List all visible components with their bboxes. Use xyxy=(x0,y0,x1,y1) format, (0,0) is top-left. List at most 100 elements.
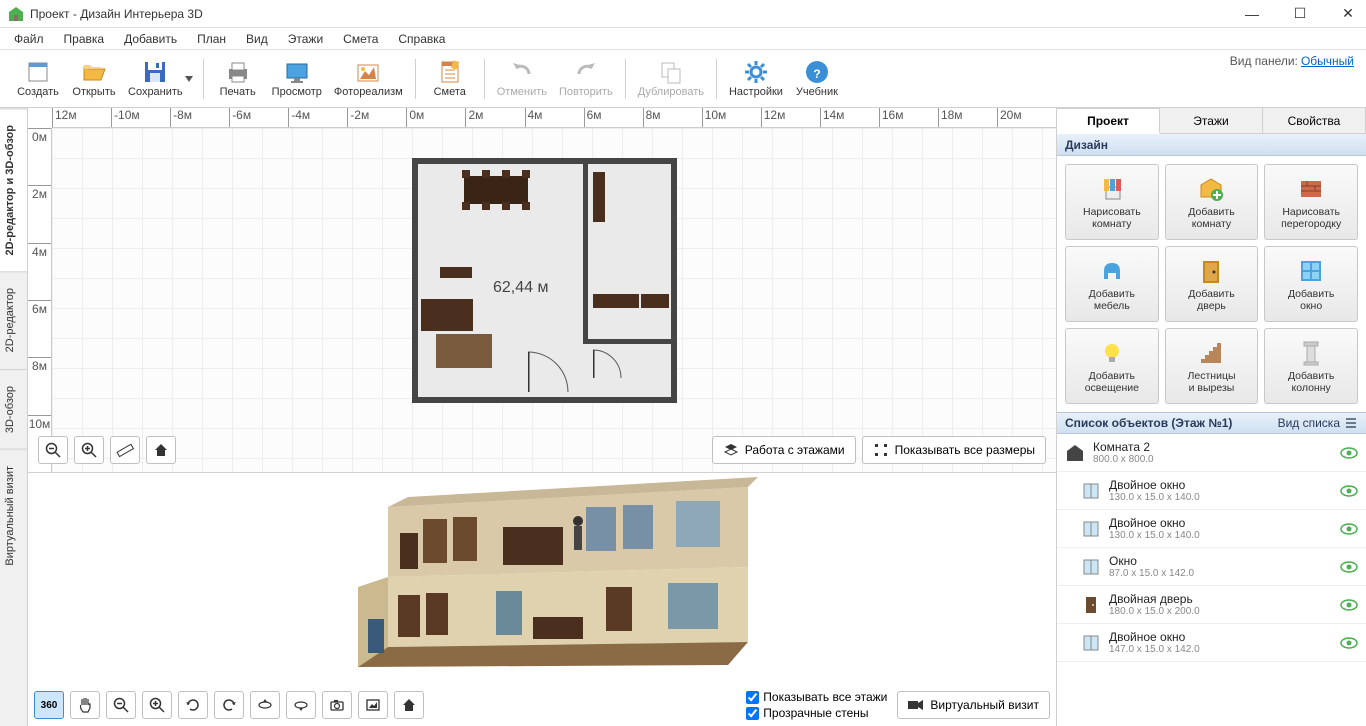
list-mode-button[interactable]: Вид списка xyxy=(1278,416,1358,430)
print-icon xyxy=(225,59,251,85)
stairs-cutouts-button[interactable]: Лестницыи вырезы xyxy=(1165,328,1259,404)
preview-button[interactable]: Просмотр xyxy=(266,54,328,104)
right-tab-Этажи[interactable]: Этажи xyxy=(1160,108,1263,133)
menu-этажи[interactable]: Этажи xyxy=(280,30,331,48)
object-item[interactable]: Комната 2800.0 x 800.0 xyxy=(1057,434,1366,472)
add-furniture-button[interactable]: Добавитьмебель xyxy=(1065,246,1159,322)
rotate-ccw-button[interactable] xyxy=(178,691,208,719)
left-tab-0[interactable]: 2D-редактор и 3D-обзор xyxy=(0,108,27,271)
left-tab-1[interactable]: 2D-редактор xyxy=(0,271,27,368)
home-button[interactable] xyxy=(146,436,176,464)
menu-правка[interactable]: Правка xyxy=(56,30,113,48)
menu-вид[interactable]: Вид xyxy=(238,30,276,48)
close-button[interactable]: ✕ xyxy=(1338,4,1358,24)
tilt-up-button[interactable] xyxy=(250,691,280,719)
zoom-out-3d-button[interactable] xyxy=(106,691,136,719)
3d-toolbar: 360 Показывать все этажи Прозрачные стен… xyxy=(34,688,1050,722)
object-item[interactable]: Двойное окно147.0 x 15.0 x 142.0 xyxy=(1057,624,1366,662)
object-item[interactable]: Двойное окно130.0 x 15.0 x 140.0 xyxy=(1057,510,1366,548)
estimate-button[interactable]: Смета xyxy=(422,54,478,104)
redo-button: Повторить xyxy=(553,54,619,104)
wardrobe[interactable] xyxy=(421,299,473,331)
app-icon xyxy=(8,6,24,22)
right-tabs: ПроектЭтажиСвойства xyxy=(1057,108,1366,134)
visibility-toggle[interactable] xyxy=(1340,523,1358,535)
window-icon xyxy=(1081,481,1101,501)
menu-план[interactable]: План xyxy=(189,30,234,48)
add-lighting-icon xyxy=(1098,339,1126,367)
object-item[interactable]: Двойная дверь180.0 x 15.0 x 200.0 xyxy=(1057,586,1366,624)
plan-viewport[interactable]: 62,44 м xyxy=(52,128,1056,472)
add-door-button[interactable]: Добавитьдверь xyxy=(1165,246,1259,322)
undo-button: Отменить xyxy=(491,54,553,104)
zoom-in-button[interactable] xyxy=(74,436,104,464)
room-icon xyxy=(1065,443,1085,463)
show-all-floors-checkbox[interactable]: Показывать все этажи xyxy=(746,690,887,705)
add-window-button[interactable]: Добавитьокно xyxy=(1264,246,1358,322)
save-dropdown[interactable] xyxy=(185,76,193,82)
table[interactable] xyxy=(464,176,528,204)
cabinet[interactable] xyxy=(440,267,472,278)
floors-work-button[interactable]: Работа с этажами xyxy=(712,436,856,464)
visibility-toggle[interactable] xyxy=(1340,637,1358,649)
left-tab-3[interactable]: Виртуальный визит xyxy=(0,449,27,582)
sofa[interactable] xyxy=(436,334,492,368)
estimate-icon xyxy=(437,59,463,85)
print-button[interactable]: Печать xyxy=(210,54,266,104)
pan-button[interactable] xyxy=(70,691,100,719)
create-button[interactable]: Создать xyxy=(10,54,66,104)
draw-room-button[interactable]: Нарисоватькомнату xyxy=(1065,164,1159,240)
tilt-down-button[interactable] xyxy=(286,691,316,719)
layers-icon xyxy=(723,442,739,458)
transparent-walls-checkbox[interactable]: Прозрачные стены xyxy=(746,706,887,721)
menu-добавить[interactable]: Добавить xyxy=(116,30,185,48)
floorplan[interactable]: 62,44 м xyxy=(412,158,677,403)
titlebar: Проект - Дизайн Интерьера 3D — ☐ ✕ xyxy=(0,0,1366,28)
object-item[interactable]: Окно87.0 x 15.0 x 142.0 xyxy=(1057,548,1366,586)
zoom-out-button[interactable] xyxy=(38,436,68,464)
photoreal-icon xyxy=(355,59,381,85)
object-item[interactable]: Двойное окно130.0 x 15.0 x 140.0 xyxy=(1057,472,1366,510)
duplicate-button: Дублировать xyxy=(632,54,710,104)
open-button[interactable]: Открыть xyxy=(66,54,122,104)
settings-button[interactable]: Настройки xyxy=(723,54,789,104)
right-panel: ПроектЭтажиСвойства Дизайн Нарисоватьком… xyxy=(1056,108,1366,726)
tutorial-button[interactable]: ?Учебник xyxy=(789,54,845,104)
right-tab-Свойства[interactable]: Свойства xyxy=(1263,108,1366,133)
snapshot-button[interactable] xyxy=(358,691,388,719)
maximize-button[interactable]: ☐ xyxy=(1290,4,1310,24)
rotate-cw-button[interactable] xyxy=(214,691,244,719)
home-3d-button[interactable] xyxy=(394,691,424,719)
save-button[interactable]: Сохранить xyxy=(122,54,189,104)
add-window-icon xyxy=(1297,257,1325,285)
left-tab-2[interactable]: 3D-обзор xyxy=(0,369,27,449)
zoom-in-3d-button[interactable] xyxy=(142,691,172,719)
add-lighting-button[interactable]: Добавитьосвещение xyxy=(1065,328,1159,404)
plan-canvas[interactable]: 12м-10м-8м-6м-4м-2м0м2м4м6м8м10м12м14м16… xyxy=(28,108,1056,473)
minimize-button[interactable]: — xyxy=(1242,4,1262,24)
right-tab-Проект[interactable]: Проект xyxy=(1057,108,1160,134)
menu-справка[interactable]: Справка xyxy=(390,30,453,48)
visibility-toggle[interactable] xyxy=(1340,599,1358,611)
svg-text:?: ? xyxy=(813,67,820,81)
visibility-toggle[interactable] xyxy=(1340,447,1358,459)
visibility-toggle[interactable] xyxy=(1340,561,1358,573)
panel-mode-link[interactable]: Обычный xyxy=(1301,54,1354,68)
photoreal-button[interactable]: Фотореализм xyxy=(328,54,409,104)
show-dims-button[interactable]: Показывать все размеры xyxy=(862,436,1046,464)
measure-button[interactable] xyxy=(110,436,140,464)
stairs-cutouts-icon xyxy=(1197,339,1225,367)
visibility-toggle[interactable] xyxy=(1340,485,1358,497)
menu-смета[interactable]: Смета xyxy=(335,30,386,48)
screenshot-button[interactable] xyxy=(322,691,352,719)
redo-icon xyxy=(573,59,599,85)
menu-файл[interactable]: Файл xyxy=(6,30,52,48)
door-icon xyxy=(1081,595,1101,615)
add-room-button[interactable]: Добавитькомнату xyxy=(1165,164,1259,240)
draw-partition-icon xyxy=(1297,175,1325,203)
virtual-tour-button[interactable]: Виртуальный визит xyxy=(897,691,1050,719)
draw-partition-button[interactable]: Нарисоватьперегородку xyxy=(1264,164,1358,240)
orbit-button[interactable]: 360 xyxy=(34,691,64,719)
3d-canvas[interactable]: 360 Показывать все этажи Прозрачные стен… xyxy=(28,473,1056,726)
add-column-button[interactable]: Добавитьколонну xyxy=(1264,328,1358,404)
